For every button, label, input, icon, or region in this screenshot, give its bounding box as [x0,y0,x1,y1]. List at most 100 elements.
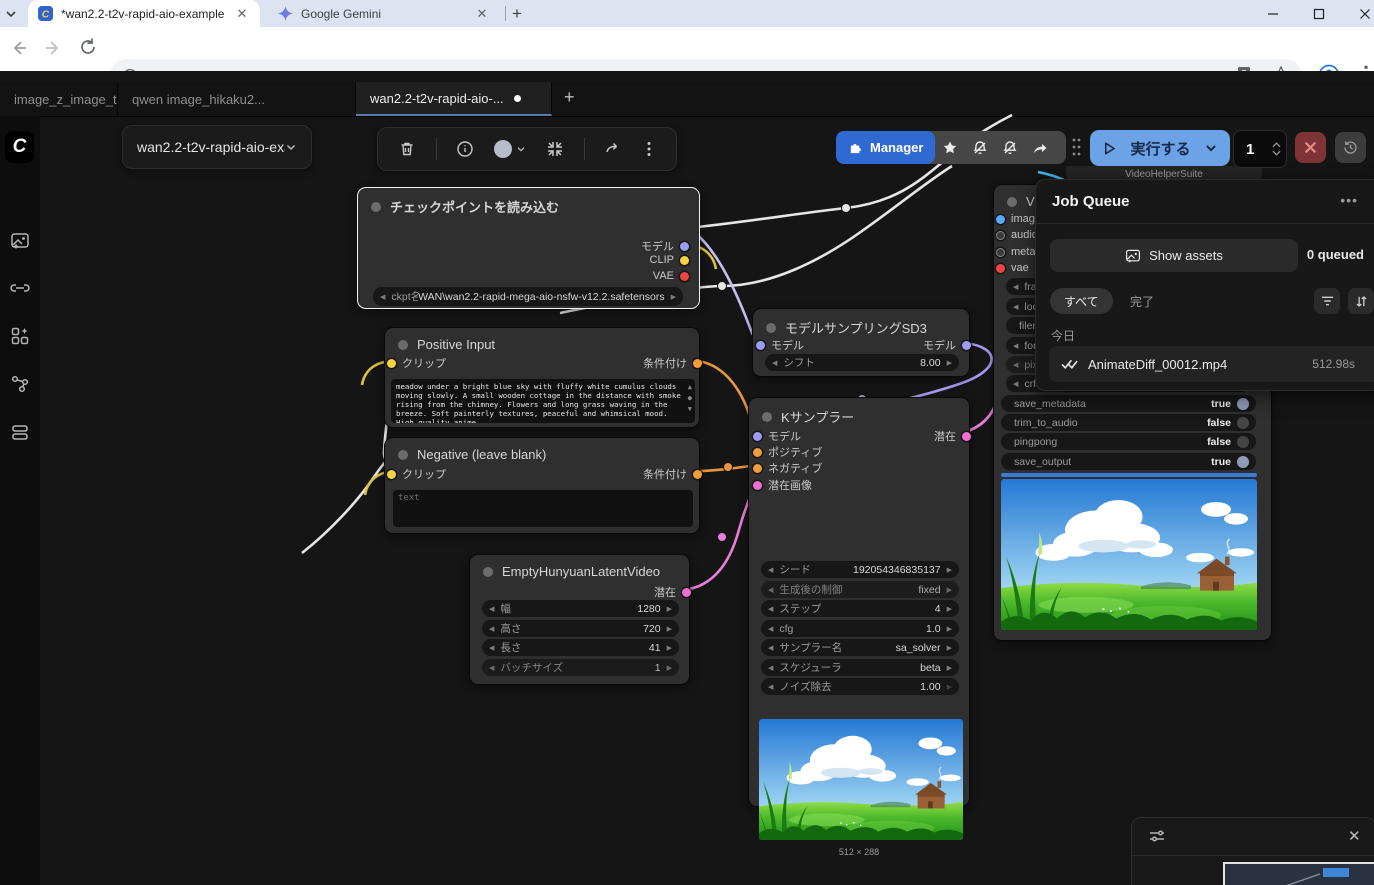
toolbar-menu-icon[interactable] [642,141,656,157]
input-vae[interactable]: vae [996,262,1029,274]
port-dot-model[interactable] [680,242,689,251]
filter-chip-all[interactable]: すべて [1050,288,1113,314]
port-dot-latent[interactable] [962,432,971,441]
port-dot-latent[interactable] [753,481,762,490]
manager-button[interactable]: Manager [836,131,935,164]
toggle-trim-to-audio[interactable]: trim_to_audiofalse [1001,414,1256,431]
port-dot-conditioning[interactable] [753,464,762,473]
input-audio[interactable]: audio [996,229,1038,241]
tab-close-icon[interactable]: ✕ [474,6,490,22]
port-dot-clip[interactable] [387,470,396,479]
node-header[interactable]: Positive Input [385,328,699,356]
comfyui-logo[interactable]: C [5,131,34,163]
toggle-dot[interactable] [1237,417,1249,429]
port-dot-conditioning[interactable] [753,448,762,457]
widget-seed[interactable]: ◀シード192054346835137▶ [761,561,959,578]
port-dot-clip[interactable] [387,359,396,368]
output-model[interactable]: モデル [641,238,689,254]
history-button[interactable] [1335,132,1366,163]
widget-denoise[interactable]: ◀ノイズ除去1.00▶ [761,678,959,695]
port-dot-model[interactable] [962,341,971,350]
node-empty-hunyuan-latent-video[interactable]: EmptyHunyuanLatentVideo 潜在 ◀幅1280▶ ◀高さ72… [469,554,690,685]
port-dot-meta[interactable] [996,248,1005,257]
run-options-chevron-icon[interactable] [1204,141,1218,155]
node-model-sampling-sd3[interactable]: モデルサンプリングSD3 モデル モデル ◀シフト 8.00▶ [752,308,970,377]
share-icon[interactable] [1025,140,1055,156]
run-button[interactable]: 実行する [1090,130,1230,166]
widget-width[interactable]: ◀幅1280▶ [482,600,679,617]
port-dot-model[interactable] [753,432,762,441]
toggle-save-output[interactable]: save_outputtrue [1001,453,1256,470]
collapse-dot[interactable] [483,567,493,577]
new-tab-button[interactable]: + [512,4,522,24]
input-positive[interactable]: ポジティブ [753,444,822,460]
toggle-dot[interactable] [1237,398,1249,410]
widget-height[interactable]: ◀高さ720▶ [482,620,679,637]
fit-view-icon[interactable] [546,140,564,158]
input-clip[interactable]: クリップ [387,355,446,371]
collapse-dot[interactable] [398,340,408,350]
sort-icon[interactable] [1348,288,1374,314]
minimap-close-icon[interactable]: ✕ [1348,827,1361,845]
output-latent[interactable]: 潜在 [654,584,691,600]
positive-prompt-textarea[interactable]: meadow under a bright blue sky with fluf… [391,379,695,423]
widget-batch-size[interactable]: ◀バッチサイズ1▶ [482,659,679,676]
collapse-dot[interactable] [766,323,776,333]
widget-sampler-name[interactable]: ◀サンプラー名sa_solver▶ [761,639,959,656]
port-dot-vae[interactable] [996,264,1005,273]
tab-close-icon[interactable]: ✕ [234,6,250,22]
toggle-save-metadata[interactable]: save_metadatatrue [1001,395,1256,412]
node-header[interactable]: Negative (leave blank) [385,438,699,466]
video-preview-image[interactable] [1001,479,1257,630]
forward-icon[interactable] [42,37,64,59]
filter-icon[interactable] [1314,288,1340,314]
collapse-dot[interactable] [398,450,408,460]
collapse-dot[interactable] [762,412,772,422]
output-clip[interactable]: CLIP [650,254,689,266]
workflow-name-menu[interactable]: wan2.2-t2v-rapid-aio-example [122,125,312,169]
sidebar-workflows-icon[interactable] [9,373,31,395]
widget-scheduler[interactable]: ◀スケジューラbeta▶ [761,659,959,676]
tab-list-chevron-icon[interactable] [4,7,18,21]
node-header[interactable]: EmptyHunyuanLatentVideo [470,555,689,583]
output-vae[interactable]: VAE [653,270,689,282]
star-icon[interactable] [935,140,965,156]
input-negative[interactable]: ネガティブ [753,460,822,476]
collapse-dot[interactable] [1007,197,1017,207]
output-conditioning[interactable]: 条件付け [643,355,702,371]
toolbar-drag-handle[interactable] [1071,137,1081,157]
port-dot-conditioning[interactable] [693,359,702,368]
job-queue-menu-icon[interactable]: ••• [1340,192,1358,208]
widget-ckpt-name[interactable]: ◀ckpt名 WAN\wan2.2-rapid-mega-aio-nsfw-v1… [373,287,683,306]
widget-cfg[interactable]: ◀cfg1.0▶ [761,620,959,637]
toggle-dot[interactable] [1237,456,1249,468]
minimap-viewport[interactable] [1223,862,1374,885]
widget-control-after-generate[interactable]: ◀生成後の制御fixed▶ [761,581,959,598]
notification-bell-icon[interactable] [995,140,1025,156]
theme-color-picker[interactable] [494,140,526,158]
show-assets-button[interactable]: Show assets [1050,239,1298,272]
ksampler-preview-image[interactable] [759,719,963,840]
sidebar-assets-icon[interactable] [9,230,31,252]
node-ksampler[interactable]: Kサンプラー モデル ポジティブ ネガティブ 潜在画像 潜在 ◀シード19205… [748,397,970,807]
stepper-arrows[interactable] [1272,142,1281,156]
delete-icon[interactable] [398,140,416,158]
port-dot-conditioning[interactable] [693,470,702,479]
video-seek-bar[interactable] [1001,473,1257,477]
input-latent-image[interactable]: 潜在画像 [753,477,812,493]
textarea-scroll[interactable]: ▲●▼ [688,383,692,414]
sidebar-node-library-icon[interactable] [9,325,31,347]
window-minimize-button[interactable] [1258,4,1288,24]
node-header[interactable]: Kサンプラー [749,398,969,430]
port-dot-vae[interactable] [680,272,689,281]
node-load-checkpoint[interactable]: チェックポイントを読み込む モデル CLIP VAE ◀ckpt名 WAN\wa… [357,187,700,309]
toggle-dot[interactable] [1237,436,1249,448]
input-model[interactable]: モデル [753,428,801,444]
batch-count-stepper[interactable]: 1 [1233,130,1287,168]
output-model[interactable]: モデル [923,337,971,353]
node-positive-prompt[interactable]: Positive Input クリップ 条件付け meadow under a … [384,327,700,428]
window-maximize-button[interactable] [1304,4,1334,24]
port-dot-audio[interactable] [996,231,1005,240]
browser-tab-comfyui[interactable]: C *wan2.2-t2v-rapid-aio-example ✕ [28,0,260,27]
cancel-button[interactable] [1295,132,1326,163]
